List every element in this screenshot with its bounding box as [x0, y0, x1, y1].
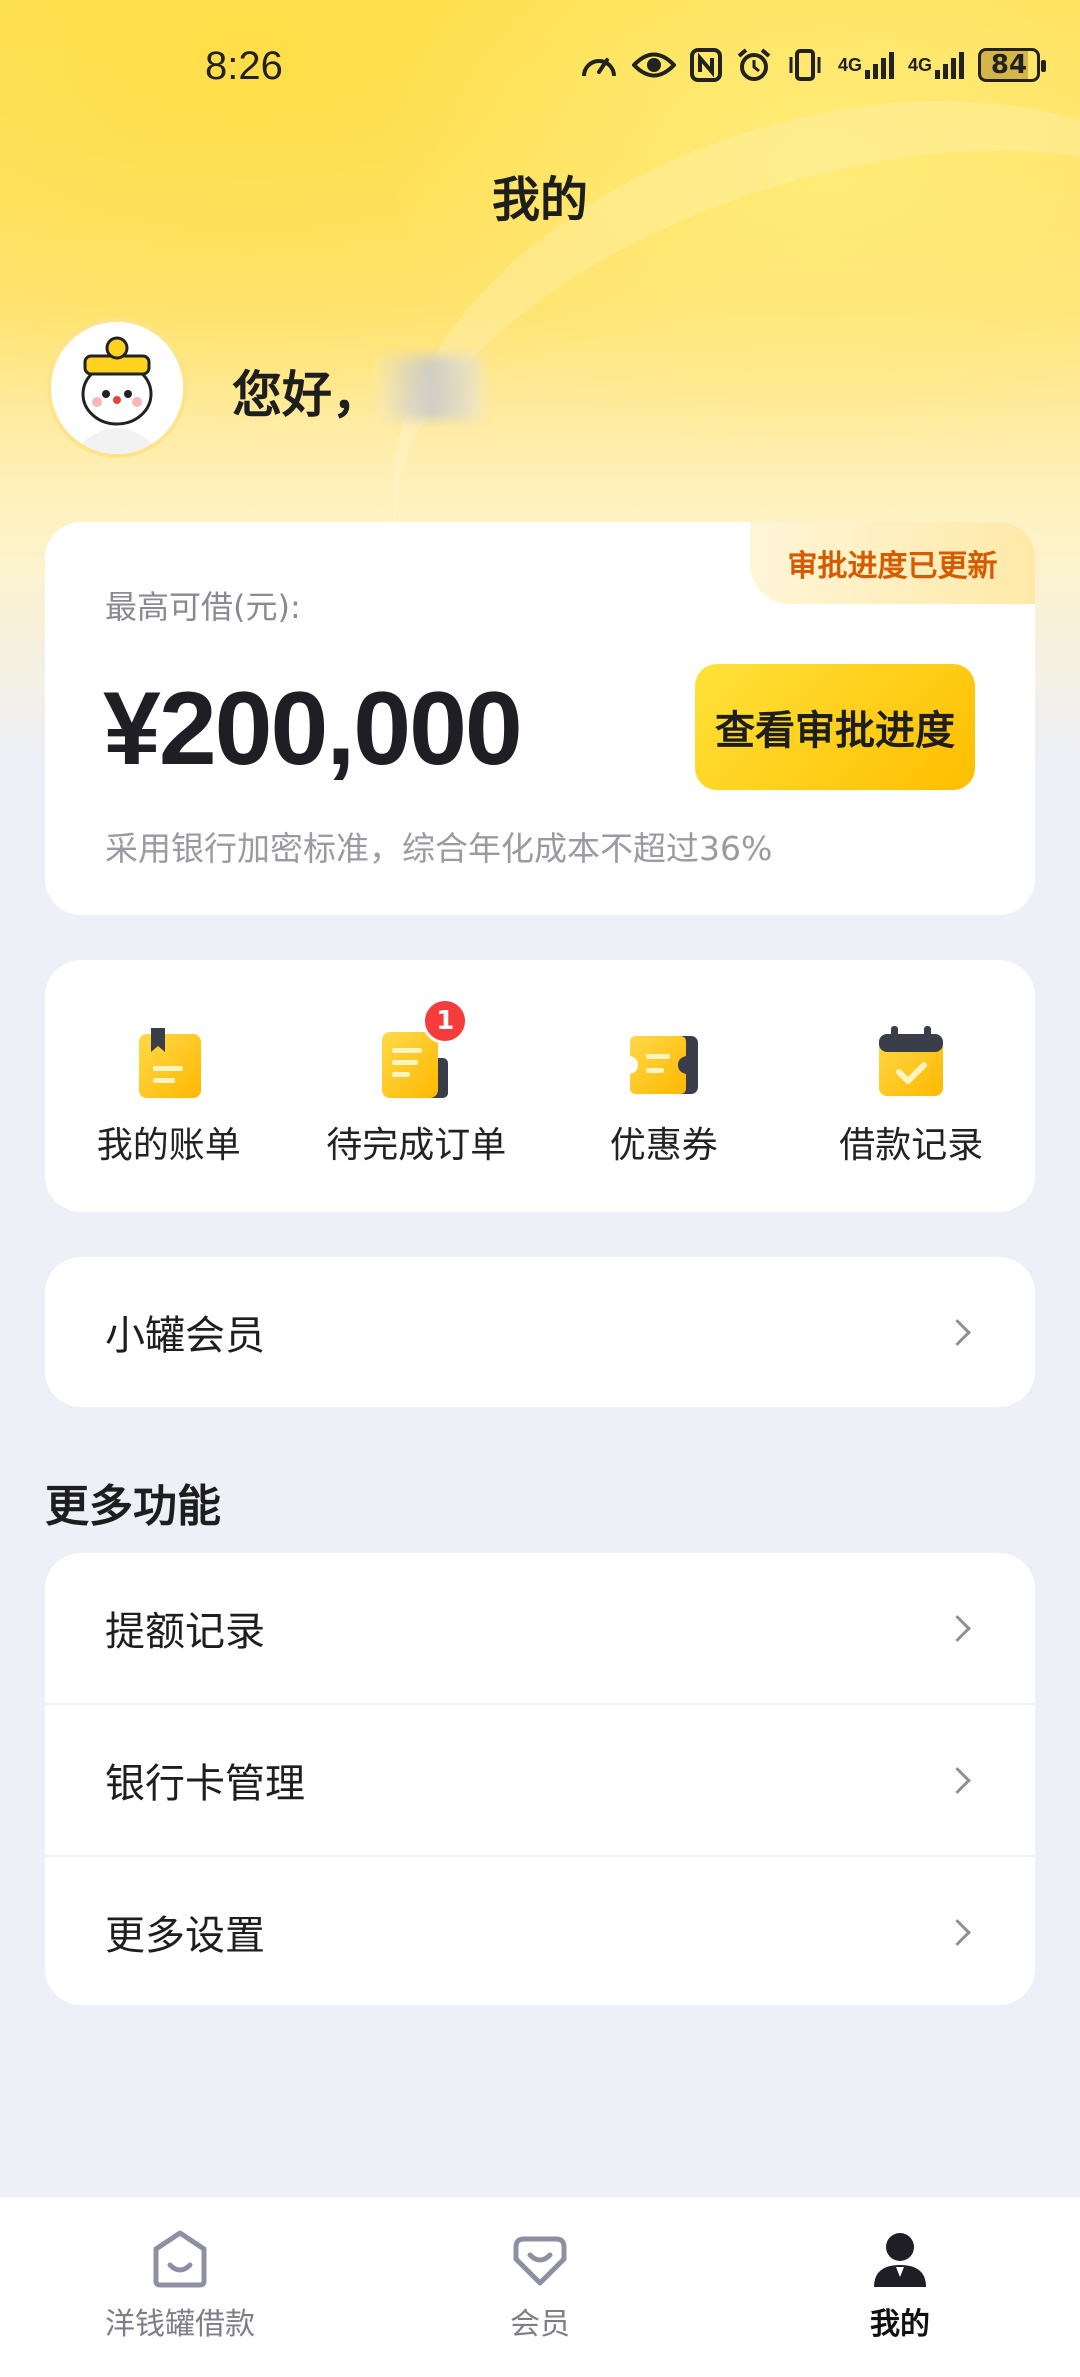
- tab-label: 洋钱罐借款: [105, 2307, 255, 2342]
- menu-row-label: 银行卡管理: [105, 1761, 305, 1807]
- credit-limit-amount: ¥200,000: [103, 671, 523, 787]
- tab-label: 会员: [510, 2307, 570, 2342]
- profile-icon: [874, 2233, 926, 2287]
- eye-icon: [631, 46, 676, 84]
- menu-row-bank-cards[interactable]: 银行卡管理: [45, 1705, 1035, 1855]
- signal-icon-2: 4G: [908, 46, 964, 84]
- status-icons: 4G 4G 84: [580, 46, 1046, 84]
- battery-level: 84: [990, 50, 1028, 80]
- menu-row-settings[interactable]: 更多设置: [45, 1857, 1035, 2007]
- network-type-1: 4G: [837, 54, 862, 75]
- notification-badge: 1: [422, 998, 469, 1044]
- view-approval-progress-button[interactable]: 查看审批进度: [695, 664, 975, 790]
- menu-row-label: 更多设置: [105, 1913, 265, 1959]
- menu-row-label: 提额记录: [105, 1609, 265, 1655]
- status-time: 8:26: [205, 44, 283, 88]
- chevron-right-icon: [944, 1918, 971, 1946]
- credit-note: 采用银行加密标准，综合年化成本不超过36%: [105, 829, 773, 868]
- chevron-right-icon: [944, 1318, 971, 1346]
- shortcut-label: 借款记录: [839, 1125, 984, 1166]
- speed-icon: [580, 46, 618, 84]
- vibrate-icon: [786, 46, 824, 84]
- coupon-icon: [624, 1024, 704, 1102]
- shortcut-label: 待完成订单: [326, 1125, 507, 1166]
- tab-profile[interactable]: 我的: [720, 2197, 1080, 2377]
- network-type-2: 4G: [907, 54, 932, 75]
- chevron-right-icon: [944, 1766, 971, 1794]
- order-icon: 1: [376, 998, 469, 1102]
- alarm-icon: [736, 46, 772, 84]
- username-redacted: [378, 356, 482, 420]
- tab-label: 我的: [870, 2307, 930, 2342]
- battery-icon: 84: [978, 48, 1046, 82]
- page-title: 我的: [491, 172, 588, 228]
- jar-icon: [153, 2230, 207, 2288]
- more-features-card: 提额记录 银行卡管理 更多设置: [45, 1553, 1035, 2005]
- chevron-right-icon: [944, 1614, 971, 1642]
- calendar-icon: [871, 1024, 951, 1102]
- member-card[interactable]: 小罐会员: [45, 1257, 1035, 1407]
- greeting: 您好，: [232, 366, 382, 424]
- nfc-icon: [689, 46, 722, 84]
- approval-updated-badge[interactable]: 审批进度已更新: [750, 522, 1035, 604]
- shortcut-grid: 我的账单 1 待完成订单 优惠券 借款记录: [45, 960, 1035, 1212]
- member-icon: [513, 2236, 567, 2286]
- menu-row-member[interactable]: 小罐会员: [45, 1257, 1035, 1407]
- signal-icon-1: 4G: [838, 46, 894, 84]
- bill-icon: [129, 1024, 209, 1102]
- shortcut-label: 我的账单: [96, 1125, 241, 1166]
- avatar[interactable]: [47, 318, 187, 458]
- tab-loan[interactable]: 洋钱罐借款: [0, 2197, 360, 2377]
- tab-member[interactable]: 会员: [360, 2197, 720, 2377]
- shortcut-label: 优惠券: [609, 1125, 718, 1166]
- mascot-icon: [51, 322, 183, 454]
- menu-row-limit-records[interactable]: 提额记录: [45, 1553, 1035, 1703]
- shortcut-my-bills[interactable]: 我的账单: [45, 960, 293, 1212]
- shortcut-loan-records[interactable]: 借款记录: [788, 960, 1036, 1212]
- section-title: 更多功能: [45, 1481, 221, 1532]
- credit-limit-card: 审批进度已更新 最高可借(元): ¥200,000 查看审批进度 采用银行加密标…: [45, 522, 1035, 915]
- menu-row-label: 小罐会员: [105, 1313, 265, 1359]
- credit-limit-label: 最高可借(元):: [105, 588, 301, 626]
- shortcut-pending-orders[interactable]: 1 待完成订单: [293, 960, 541, 1212]
- status-bar: 8:26 4G 4G 84: [0, 0, 1080, 130]
- bottom-tab-bar: 洋钱罐借款 会员 我的: [0, 2196, 1080, 2377]
- shortcut-coupons[interactable]: 优惠券: [540, 960, 788, 1212]
